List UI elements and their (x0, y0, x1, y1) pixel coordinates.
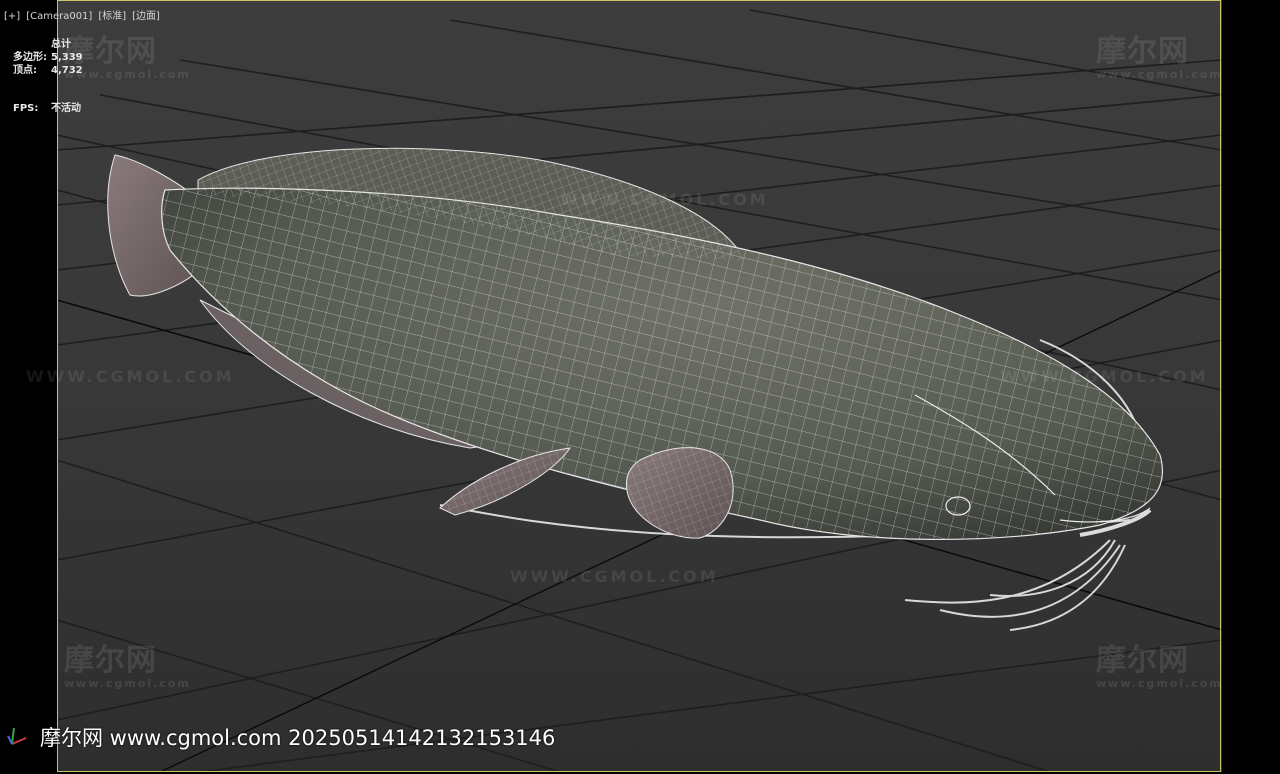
3d-viewport[interactable]: 摩尔网 www.cgmol.com 摩尔网 www.cgmol.com 摩尔网 … (0, 0, 1280, 774)
polygons-label: 多边形: (13, 52, 47, 63)
axis-gizmo (7, 727, 27, 745)
viewport-shading-menu[interactable]: [标准] (98, 11, 126, 22)
footer-watermark-text: 摩尔网 www.cgmol.com 20250514142132153146 (40, 726, 556, 750)
fps-value: 不活动 (51, 103, 81, 114)
viewport-label-menu: [+] [Camera001] [标准] [边面] (4, 7, 166, 22)
stats-header: 总计 (51, 39, 71, 50)
fps-label: FPS: (13, 103, 39, 114)
left-panel-bar (0, 0, 57, 774)
vertices-value: 4,732 (51, 65, 83, 76)
fps-readout: FPS: 不活动 (13, 99, 81, 114)
scene-statistics: 总计 多边形: 5,339 顶点: 4,732 (13, 38, 83, 77)
viewport-camera-menu[interactable]: [Camera001] (26, 11, 92, 22)
vertices-label: 顶点: (13, 65, 37, 76)
stats-polygons-row: 多边形: 5,339 (13, 51, 83, 64)
stats-vertices-row: 顶点: 4,732 (13, 64, 83, 77)
polygons-value: 5,339 (51, 52, 83, 63)
right-panel-bar (1222, 0, 1280, 774)
viewport-plus-menu[interactable]: [+] (4, 11, 20, 22)
viewport-scene[interactable] (0, 0, 1280, 774)
viewport-display-menu[interactable]: [边面] (132, 11, 160, 22)
